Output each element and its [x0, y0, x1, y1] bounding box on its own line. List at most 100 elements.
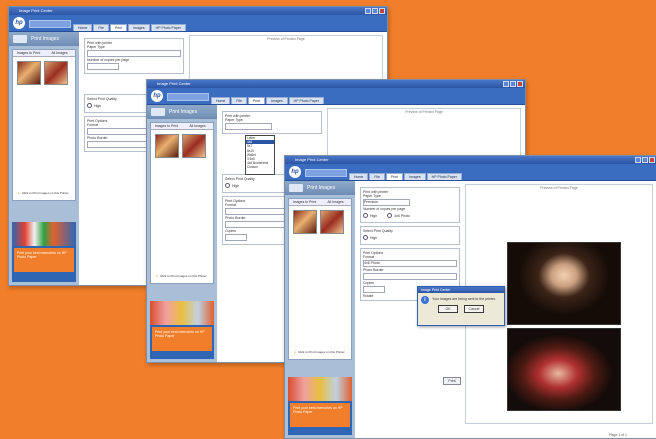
- minimize-button[interactable]: [503, 81, 509, 87]
- maximize-button[interactable]: [372, 8, 378, 14]
- preview-label: Preview of Printed Page: [540, 186, 578, 190]
- paper-select[interactable]: Premium: [363, 199, 410, 206]
- print-form: Print with printer Paper Type Premium Nu…: [360, 184, 460, 301]
- thumbnail-list: [289, 206, 351, 238]
- promo-text: Print your best memories on HP Photo Pap…: [14, 248, 74, 272]
- brand-bar: [29, 20, 71, 28]
- image-thumbnail[interactable]: [182, 134, 206, 158]
- format-label: Format: [363, 255, 375, 259]
- minimize-button[interactable]: [365, 8, 371, 14]
- tab-photo-paper[interactable]: HP Photo Paper: [150, 24, 186, 31]
- subtab-all-images[interactable]: All Images: [182, 123, 213, 129]
- tab-print[interactable]: Print: [385, 173, 404, 180]
- print-button[interactable]: Print: [443, 377, 461, 385]
- layout-label: Number of copies per page: [87, 58, 130, 62]
- close-button[interactable]: [649, 157, 655, 163]
- dialog-message: i Your images are being sent to the prin…: [418, 293, 504, 305]
- image-thumbnail[interactable]: [44, 61, 68, 85]
- promo-banner[interactable]: Print your best memories on HP Photo Pap…: [288, 377, 352, 435]
- tab-bar: Home File Print Images HP Photo Paper: [349, 173, 462, 180]
- sidebar-tip: Click to Print Images on this Printer: [15, 188, 73, 198]
- sidebar: Print Images Images to Print All Images …: [285, 181, 355, 438]
- tab-print[interactable]: Print: [247, 97, 266, 104]
- promo-banner[interactable]: Print your best memories on HP Photo Pap…: [12, 222, 76, 282]
- ok-button[interactable]: OK: [438, 305, 458, 313]
- title-bar: Image Print Center: [285, 156, 656, 164]
- image-thumbnail[interactable]: [155, 134, 179, 158]
- layout-options: High 4x6 Photo: [363, 211, 457, 220]
- tab-images[interactable]: Images: [128, 24, 150, 31]
- page-footer: Page 1 of 1: [609, 433, 627, 437]
- copies-label: Copies: [363, 281, 374, 285]
- subtab-images-to-print[interactable]: Images to Print: [151, 123, 182, 129]
- close-button[interactable]: [379, 8, 385, 14]
- print-dialog: Image Print Center i Your images are bei…: [417, 286, 505, 326]
- copies-field[interactable]: [363, 286, 385, 293]
- brand-bar: [305, 169, 347, 177]
- cancel-button[interactable]: Cancel: [464, 305, 484, 313]
- tab-home[interactable]: Home: [73, 24, 93, 31]
- preview-photo-bottom: [506, 327, 621, 411]
- promo-text: Print your best memories on HP Photo Pap…: [290, 403, 350, 427]
- subtab-images-to-print[interactable]: Images to Print: [13, 50, 44, 56]
- image-thumbnail[interactable]: [17, 61, 41, 85]
- quality-radio[interactable]: High: [363, 235, 457, 240]
- hp-logo: hp: [13, 17, 25, 29]
- minimize-button[interactable]: [635, 157, 641, 163]
- app-header: hp Home File Print Images HP Photo Paper: [147, 88, 525, 105]
- image-thumbnail[interactable]: [293, 210, 317, 234]
- layout-radio-1[interactable]: High: [363, 213, 377, 218]
- paper-label: Paper Type: [225, 118, 243, 122]
- promo-image: [288, 377, 352, 401]
- tab-file[interactable]: File: [231, 97, 247, 104]
- tab-home[interactable]: Home: [349, 173, 369, 180]
- sidebar-subtabs: Images to Print All Images: [151, 123, 213, 130]
- tab-bar: Home File Print Images HP Photo Paper: [73, 24, 186, 31]
- sidebar: Print Images Images to Print All Images …: [147, 105, 217, 362]
- tab-home[interactable]: Home: [211, 97, 231, 104]
- sidebar-tip: Click to Print Images on this Printer: [291, 347, 349, 357]
- hp-logo: hp: [289, 166, 301, 178]
- quality-section: Select Print Quality High: [360, 226, 460, 245]
- sidebar: Print Images Images to Print All Images …: [9, 32, 79, 285]
- paper-select[interactable]: [225, 123, 272, 130]
- tab-images[interactable]: Images: [266, 97, 288, 104]
- tab-print[interactable]: Print: [109, 24, 128, 31]
- tab-file[interactable]: File: [369, 173, 385, 180]
- layout-select[interactable]: [87, 63, 119, 70]
- tab-file[interactable]: File: [93, 24, 109, 31]
- close-button[interactable]: [517, 81, 523, 87]
- tab-images[interactable]: Images: [404, 173, 426, 180]
- copies-field[interactable]: [225, 234, 247, 241]
- app-header: hp Home File Print Images HP Photo Paper: [9, 15, 387, 32]
- thumbnail-list: [13, 57, 75, 89]
- preview-label: Preview of Printed Page: [405, 110, 443, 114]
- subtab-all-images[interactable]: All Images: [320, 199, 351, 205]
- sidebar-tip: Click to Print Images on this Printer: [153, 271, 211, 281]
- subtab-images-to-print[interactable]: Images to Print: [289, 199, 320, 205]
- format-select[interactable]: 4x6 Photo: [363, 260, 457, 267]
- printer-section: Print with printer Paper Type Number of …: [84, 38, 184, 74]
- images-panel: Images to Print All Images Click to Prin…: [288, 198, 352, 360]
- maximize-button[interactable]: [510, 81, 516, 87]
- layout-radio-2[interactable]: 4x6 Photo: [387, 213, 410, 218]
- sidebar-subtabs: Images to Print All Images: [13, 50, 75, 57]
- paper-select[interactable]: [87, 50, 181, 57]
- title-bar: Image Print Center: [9, 7, 387, 15]
- printer-section: Print with printer Paper Type Premium Nu…: [360, 187, 460, 223]
- paper-size-dropdown[interactable]: Letter 4x6 5x7 8x10 Wallet 3.5x5 4x6 Bor…: [245, 135, 275, 175]
- border-select[interactable]: [363, 273, 457, 280]
- tab-photo-paper[interactable]: HP Photo Paper: [288, 97, 324, 104]
- promo-banner[interactable]: Print your best memories on HP Photo Pap…: [150, 301, 214, 359]
- tab-photo-paper[interactable]: HP Photo Paper: [426, 173, 462, 180]
- subtab-all-images[interactable]: All Images: [44, 50, 75, 56]
- printer-section: Print with printer Paper Type: [222, 111, 322, 134]
- window-title: Image Print Center: [157, 81, 191, 86]
- brand-bar: [167, 93, 209, 101]
- image-thumbnail[interactable]: [320, 210, 344, 234]
- sidebar-header: Print Images: [285, 181, 355, 195]
- sidebar-header: Print Images: [147, 105, 217, 119]
- tab-bar: Home File Print Images HP Photo Paper: [211, 97, 324, 104]
- dropdown-item[interactable]: Custom: [246, 165, 274, 169]
- maximize-button[interactable]: [642, 157, 648, 163]
